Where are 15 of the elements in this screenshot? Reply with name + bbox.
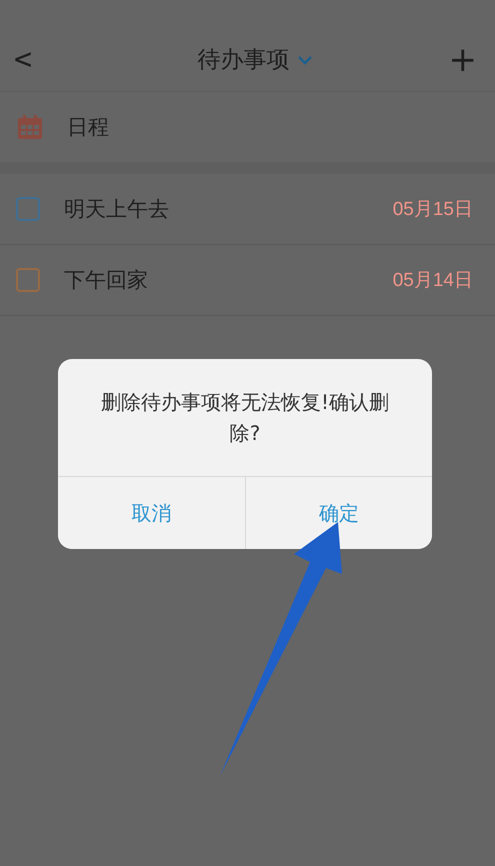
due-date: 05月15日 bbox=[392, 198, 473, 222]
checkbox[interactable] bbox=[16, 197, 40, 221]
calendar-icon bbox=[17, 114, 43, 140]
due-date: 05月14日 bbox=[392, 269, 473, 293]
schedule-label: 日程 bbox=[67, 114, 109, 141]
dialog-message: 删除待办事项将无法恢复!确认删除? bbox=[100, 388, 390, 446]
add-button[interactable]: + bbox=[448, 40, 477, 80]
schedule-row[interactable]: 日程 bbox=[0, 92, 495, 162]
page-title[interactable]: 待办事项 bbox=[197, 44, 290, 75]
checkbox[interactable] bbox=[16, 268, 40, 292]
todo-title: 下午回家 bbox=[64, 267, 149, 294]
back-button[interactable]: < bbox=[14, 42, 32, 77]
confirm-button[interactable]: 确定 bbox=[244, 477, 432, 549]
chevron-down-icon[interactable] bbox=[297, 54, 314, 64]
todo-title: 明天上午去 bbox=[64, 196, 170, 223]
